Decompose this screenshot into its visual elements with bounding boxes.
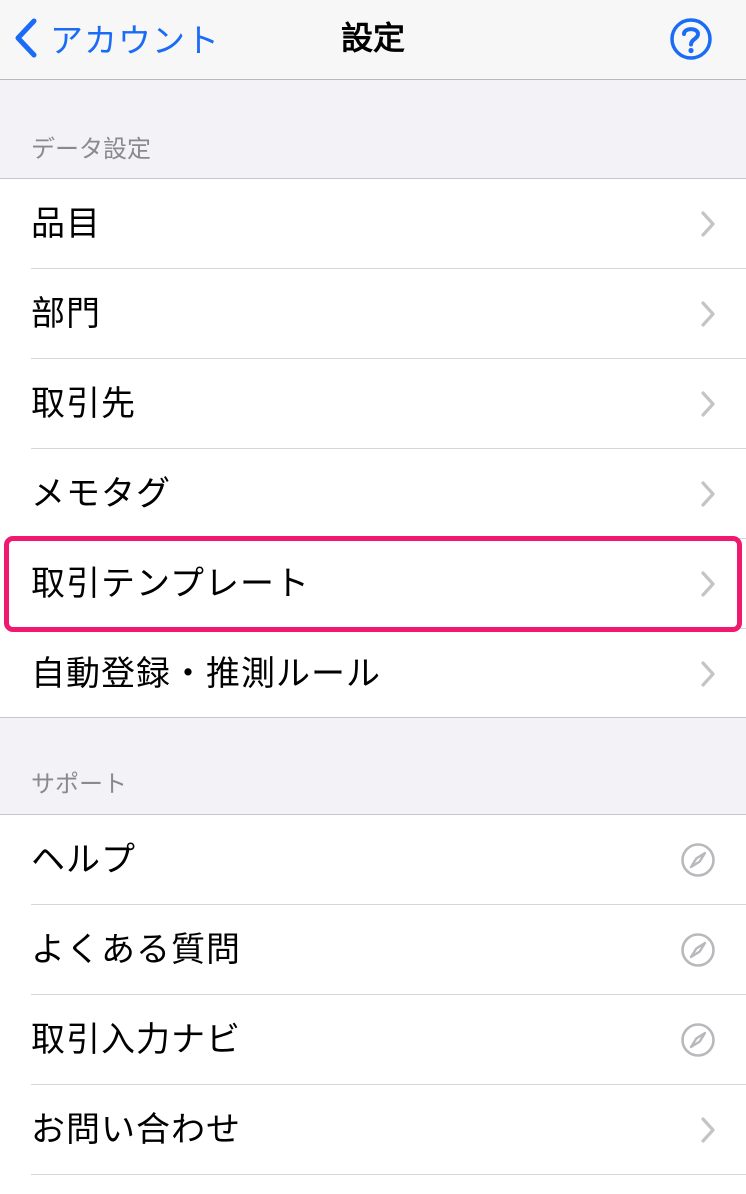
page-title: 設定: [340, 19, 405, 57]
settings-item-label: 取引テンプレート: [31, 564, 310, 604]
compass-icon: [680, 905, 716, 995]
question-circle-icon: [669, 17, 713, 61]
settings-item-label: 取引先: [31, 384, 136, 424]
settings-item-label: 品目: [31, 204, 101, 244]
support-item-label: ヘルプ: [31, 840, 136, 880]
data-settings-group: 品目 部門 取引先 メモタグ 取引テンプレート 自動登録・推測ルール: [0, 178, 746, 718]
support-item-label: お問い合わせ: [31, 1110, 241, 1150]
navigation-bar: アカウント 設定: [0, 0, 746, 80]
settings-item-label: 部門: [31, 294, 101, 334]
chevron-right-icon: [700, 179, 716, 269]
settings-item-memo-tags[interactable]: メモタグ: [0, 449, 746, 539]
chevron-right-icon: [700, 359, 716, 449]
settings-item-items[interactable]: 品目: [0, 179, 746, 269]
chevron-right-icon: [700, 269, 716, 359]
chevron-right-icon: [700, 1085, 716, 1175]
settings-item-auto-registration-rules[interactable]: 自動登録・推測ルール: [0, 629, 746, 719]
support-item-faq[interactable]: よくある質問: [0, 905, 746, 995]
settings-item-label: 自動登録・推測ルール: [31, 654, 381, 694]
support-item-contact[interactable]: お問い合わせ: [0, 1085, 746, 1175]
compass-icon: [680, 995, 716, 1085]
support-item-help[interactable]: ヘルプ: [0, 815, 746, 905]
support-item-label: 取引入力ナビ: [31, 1020, 241, 1060]
support-item-label: よくある質問: [31, 930, 241, 970]
support-item-input-navi[interactable]: 取引入力ナビ: [0, 995, 746, 1085]
chevron-right-icon: [700, 629, 716, 719]
help-button[interactable]: [669, 17, 713, 61]
settings-item-transaction-templates[interactable]: 取引テンプレート: [0, 539, 746, 629]
settings-item-departments[interactable]: 部門: [0, 269, 746, 359]
settings-item-partners[interactable]: 取引先: [0, 359, 746, 449]
chevron-right-icon: [700, 539, 716, 629]
chevron-right-icon: [700, 449, 716, 539]
support-group: ヘルプ よくある質問 取引入力ナビ お問い合わせ: [0, 814, 746, 1194]
section-header-data-settings: データ設定: [31, 135, 151, 163]
compass-icon: [680, 815, 716, 905]
section-header-support: サポート: [31, 770, 127, 798]
settings-item-label: メモタグ: [31, 474, 171, 514]
